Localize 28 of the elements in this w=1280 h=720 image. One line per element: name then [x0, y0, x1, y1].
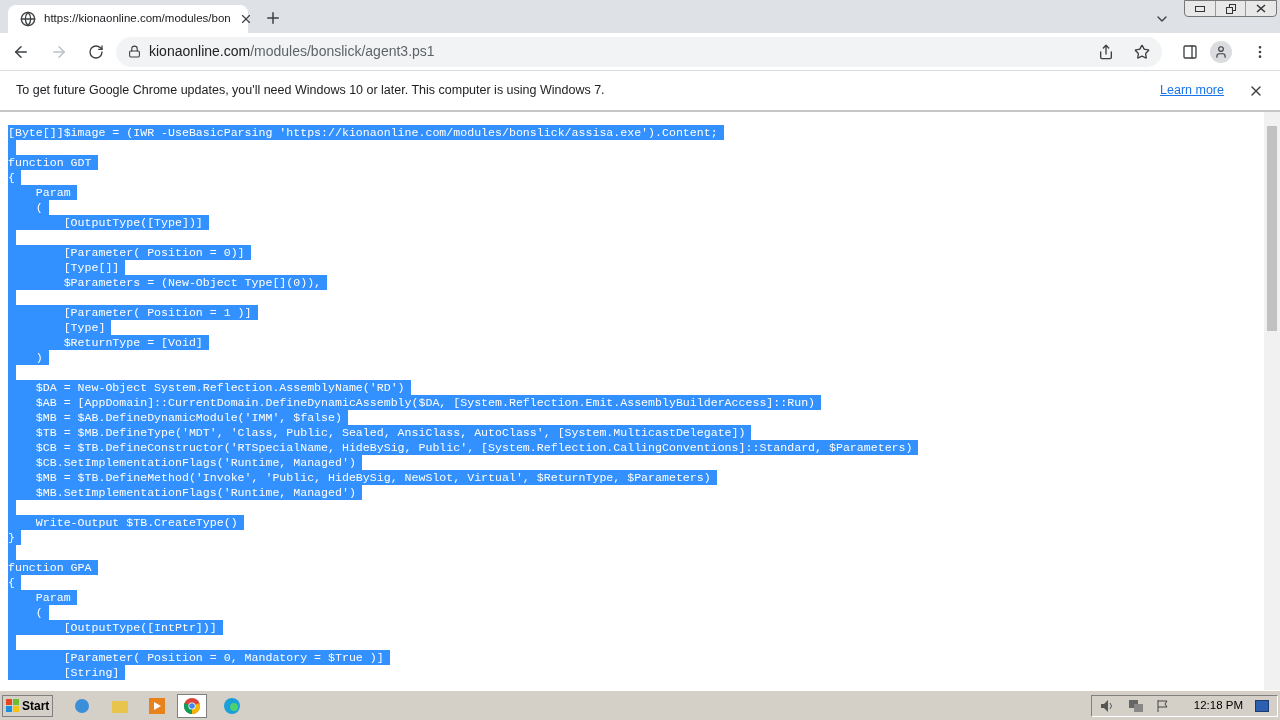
- share-icon[interactable]: [1098, 43, 1114, 60]
- new-tab-icon[interactable]: [264, 9, 282, 27]
- address-bar[interactable]: kionaonline.com/modules/bonslick/agent3.ps1: [116, 36, 1162, 67]
- profile-avatar[interactable]: [1210, 40, 1232, 63]
- network-icon[interactable]: [1127, 698, 1144, 713]
- globe-icon: [20, 11, 36, 27]
- restore-icon: [1225, 3, 1236, 14]
- scrollbar[interactable]: [1264, 112, 1280, 690]
- flag-icon[interactable]: [1155, 698, 1170, 713]
- url-text: kionaonline.com/modules/bonslick/agent3.ps1: [149, 42, 435, 61]
- side-panel-icon[interactable]: [1182, 43, 1198, 60]
- chrome-taskbar-button[interactable]: [177, 693, 208, 718]
- lock-icon: [128, 45, 141, 58]
- person-icon: [1214, 44, 1228, 59]
- reload-icon[interactable]: [88, 43, 104, 60]
- tab-title: https://kionaonline.com/modules/bon: [44, 11, 231, 27]
- show-desktop-button[interactable]: [1255, 699, 1269, 712]
- start-button[interactable]: Start: [2, 694, 54, 717]
- clock: 12:18 PM: [1193, 697, 1243, 713]
- windows-logo-icon: [6, 698, 20, 713]
- infobar-message: To get future Google Chrome updates, you'll need Windows 10 or later. This computer is using Windows 7.: [16, 82, 605, 100]
- minimize-icon: [1194, 5, 1205, 12]
- bookmark-star-icon[interactable]: [1134, 43, 1150, 60]
- close-icon: [1256, 4, 1267, 13]
- browser-tab[interactable]: https://kionaonline.com/modules/bon: [8, 5, 248, 33]
- chrome-icon: [183, 696, 202, 715]
- learn-more-link[interactable]: Learn more: [1160, 81, 1224, 100]
- media-player-icon[interactable]: [149, 697, 166, 714]
